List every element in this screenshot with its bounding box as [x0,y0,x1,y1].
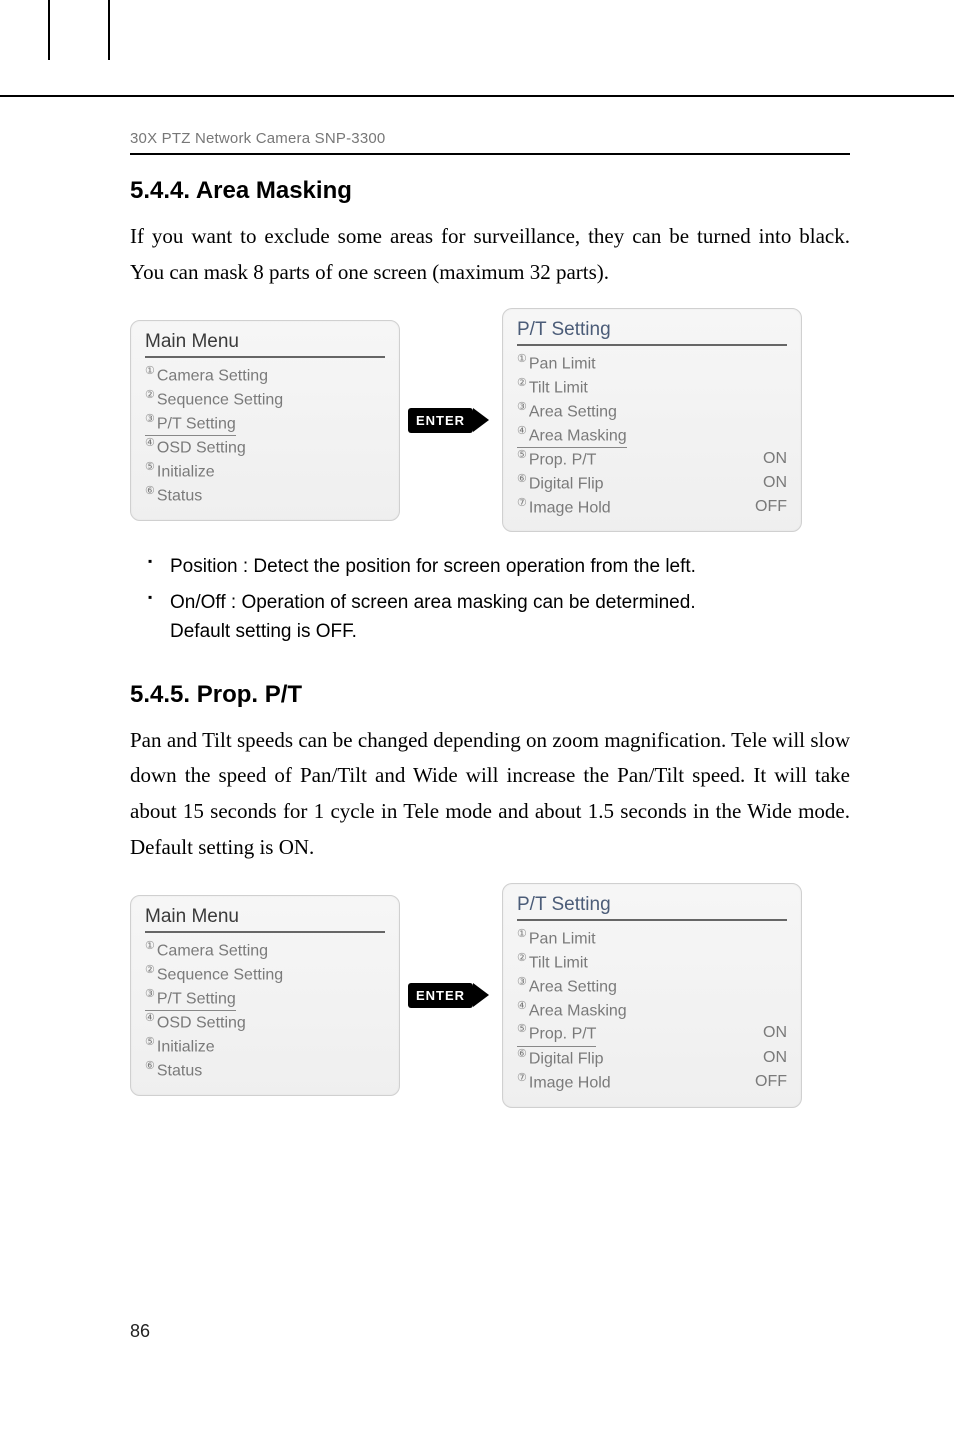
osd-menu-item: ⑥Status [145,484,385,508]
osd-main-menu-b: Main Menu ①Camera Setting②Sequence Setti… [130,895,400,1095]
bullet-list-a: Position : Detect the position for scree… [130,552,850,646]
osd-menu-item: ②Tilt Limit [517,951,787,975]
bullet-text: On/Off : Operation of screen area maskin… [170,592,696,613]
arrow-right-icon [473,983,489,1007]
bullet-item: On/Off : Operation of screen area maskin… [170,588,850,647]
bullet-subtext: Default setting is OFF. [170,617,850,646]
osd-menu-item: ①Camera Setting [145,939,385,963]
osd-menu-item: ①Camera Setting [145,364,385,388]
osd-menu-item: ④Area Masking [517,999,787,1023]
page-number: 86 [130,1321,150,1342]
osd-menu-item: ③Area Setting [517,400,787,424]
crop-marks [0,0,954,100]
osd-title: Main Menu [145,906,385,933]
osd-menu-item: ①Pan Limit [517,352,787,376]
osd-pt-setting-b: P/T Setting ①Pan Limit②Tilt Limit③Area S… [502,883,802,1107]
osd-menu-item: ⑦Image HoldOFF [517,1071,787,1095]
osd-menu-item: ③Area Setting [517,975,787,999]
heading-prop-pt: 5.4.5. Prop. P/T [130,681,850,709]
osd-menu-item: ⑥Digital FlipON [517,472,787,496]
osd-menu-item: ②Tilt Limit [517,376,787,400]
bullet-text: Position : Detect the position for scree… [170,556,696,577]
enter-button-a: ENTER [408,403,494,437]
enter-label: ENTER [408,983,473,1008]
osd-menu-item: ③P/T Setting [145,412,385,437]
osd-menu-item: ⑤Prop. P/TON [517,1022,787,1047]
osd-menu-item: ①Pan Limit [517,927,787,951]
paragraph-area-masking: If you want to exclude some areas for su… [130,219,850,290]
osd-menu-item: ⑤Initialize [145,460,385,484]
osd-row-a: Main Menu ①Camera Setting②Sequence Setti… [130,308,850,532]
osd-menu-item: ④Area Masking [517,424,787,449]
page-body: 30X PTZ Network Camera SNP-3300 5.4.4. A… [130,130,850,1128]
paragraph-prop-pt: Pan and Tilt speeds can be changed depen… [130,723,850,866]
osd-pt-setting-a: P/T Setting ①Pan Limit②Tilt Limit③Area S… [502,308,802,532]
osd-title: Main Menu [145,331,385,358]
enter-button-b: ENTER [408,978,494,1012]
osd-menu-item: ④OSD Setting [145,1011,385,1035]
bullet-item: Position : Detect the position for scree… [170,552,850,581]
osd-title: P/T Setting [517,894,787,921]
running-header: 30X PTZ Network Camera SNP-3300 [130,130,850,155]
osd-menu-item: ⑤Prop. P/TON [517,448,787,472]
arrow-right-icon [473,408,489,432]
osd-title: P/T Setting [517,319,787,346]
osd-menu-item: ⑥Digital FlipON [517,1047,787,1071]
osd-menu-item: ⑥Status [145,1059,385,1083]
osd-row-b: Main Menu ①Camera Setting②Sequence Setti… [130,883,850,1107]
osd-main-menu-a: Main Menu ①Camera Setting②Sequence Setti… [130,320,400,520]
osd-menu-item: ⑤Initialize [145,1035,385,1059]
osd-menu-item: ④OSD Setting [145,436,385,460]
osd-menu-item: ⑦Image HoldOFF [517,496,787,520]
osd-menu-item: ②Sequence Setting [145,963,385,987]
heading-area-masking: 5.4.4. Area Masking [130,177,850,205]
osd-menu-item: ②Sequence Setting [145,388,385,412]
osd-menu-item: ③P/T Setting [145,987,385,1012]
enter-label: ENTER [408,408,473,433]
